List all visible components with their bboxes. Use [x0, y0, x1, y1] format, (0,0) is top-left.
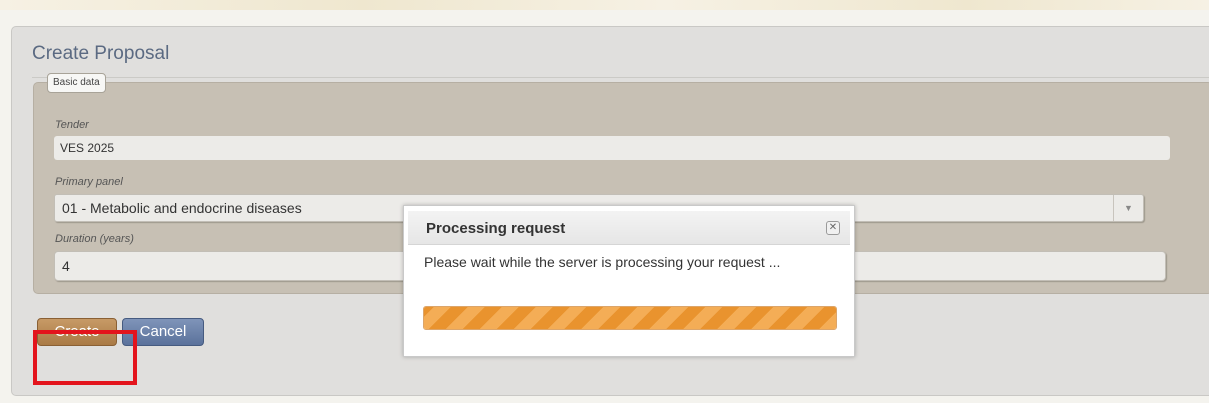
duration-label: Duration (years) [55, 233, 134, 245]
tender-value: VES 2025 [54, 136, 1170, 160]
dialog-message: Please wait while the server is processi… [424, 254, 781, 270]
progress-bar-fill [424, 307, 836, 329]
title-divider [32, 77, 1209, 78]
tender-label: Tender [55, 119, 89, 131]
primary-panel-selected-value: 01 - Metabolic and endocrine diseases [62, 200, 302, 216]
highlight-annotation [33, 330, 137, 385]
page-title: Create Proposal [32, 43, 170, 64]
chevron-down-icon[interactable]: ▼ [1113, 195, 1143, 221]
close-icon[interactable]: ✕ [826, 221, 840, 235]
fieldset-legend: Basic data [47, 73, 106, 93]
processing-dialog: Processing request ✕ Please wait while t… [403, 205, 855, 357]
dialog-title: Processing request [426, 220, 566, 237]
top-banner [0, 0, 1209, 10]
dialog-header: Processing request ✕ [408, 211, 850, 245]
progress-bar [423, 306, 837, 330]
primary-panel-label: Primary panel [55, 176, 123, 188]
